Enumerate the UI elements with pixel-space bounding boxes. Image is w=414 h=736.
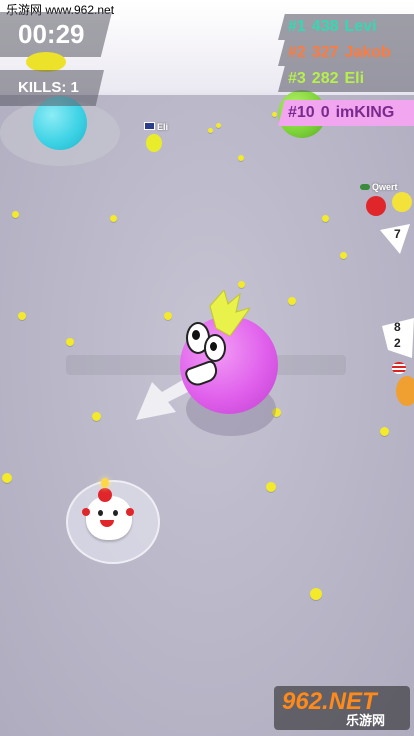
pellet [208, 128, 213, 133]
leaderboard-name: Levi [344, 18, 377, 35]
kills-value: KILLS: 1 [18, 79, 79, 96]
pellet [238, 281, 245, 288]
leaderboard-rank: #1 [288, 18, 306, 35]
leaderboard-score: 282 [311, 70, 339, 87]
player-tag-qwert: Qwert [360, 182, 398, 192]
pellet [288, 297, 296, 305]
leaderboard-row: #2 327 Jakob [278, 40, 414, 66]
us-flag-icon [392, 362, 406, 374]
offscreen-marker: 8 2 [382, 318, 414, 358]
uk-flag-icon [144, 122, 155, 130]
flag-icon [360, 184, 370, 190]
cake-cheek-right [126, 508, 134, 516]
cake-enemy-blob [86, 496, 132, 540]
match-timer: 00:29 [0, 12, 112, 57]
leaderboard-name: Eli [344, 70, 365, 87]
pellet [272, 112, 277, 117]
leaderboard-row: #1 438 Levi [278, 14, 414, 40]
offscreen-distance: 7 [394, 227, 401, 241]
leaderboard-rank: #2 [288, 44, 306, 61]
red-enemy-blob [366, 196, 386, 216]
kills-counter: KILLS: 1 [0, 70, 104, 106]
lemon-blob [26, 52, 66, 72]
pellet [18, 312, 26, 320]
candle-flame-icon [101, 478, 109, 488]
pellet [164, 312, 172, 320]
pellet [216, 123, 221, 128]
leaderboard-score: 0 [320, 104, 330, 121]
leaderboard-score: 438 [311, 18, 339, 35]
leaderboard-row: #10 0 imKING [278, 100, 414, 126]
pellet [110, 215, 117, 222]
leaderboard-score: 327 [311, 44, 339, 61]
offscreen-distance: 8 [394, 320, 401, 334]
logo-subtext: 乐游网 [346, 713, 386, 728]
player-pupil [192, 330, 200, 340]
pellet [380, 427, 389, 436]
cake-eye-left [98, 510, 103, 516]
timer-value: 00:29 [18, 19, 85, 49]
yellow-enemy-blob-right [392, 192, 412, 212]
leaderboard-rank: #10 [288, 104, 315, 121]
yellow-enemy-blob [146, 134, 162, 152]
leaderboard-name: imKING [335, 104, 395, 121]
pellet [310, 588, 322, 600]
pellet [66, 338, 74, 346]
cherry-icon [98, 488, 112, 502]
leaderboard-name: Jakob [344, 44, 391, 61]
player-pupil [210, 342, 217, 351]
pellet [340, 252, 347, 259]
pellet [322, 215, 329, 222]
cake-cheek-left [82, 508, 90, 516]
leaderboard-rank: #3 [288, 70, 306, 87]
pellet [238, 155, 244, 161]
pellet [2, 473, 12, 483]
site-logo-watermark: 962.NET 乐游网 [274, 686, 410, 730]
offscreen-distance: 2 [394, 336, 401, 350]
player-tag-eli: Eli [144, 122, 168, 132]
offscreen-marker: 7 [380, 224, 410, 254]
orange-enemy-blob [396, 376, 414, 406]
cake-eye-right [113, 510, 118, 516]
crown-icon [209, 290, 250, 337]
pellet [92, 412, 101, 421]
pellet [12, 211, 19, 218]
pellet [266, 482, 276, 492]
leaderboard-row: #3 282 Eli [278, 66, 414, 92]
